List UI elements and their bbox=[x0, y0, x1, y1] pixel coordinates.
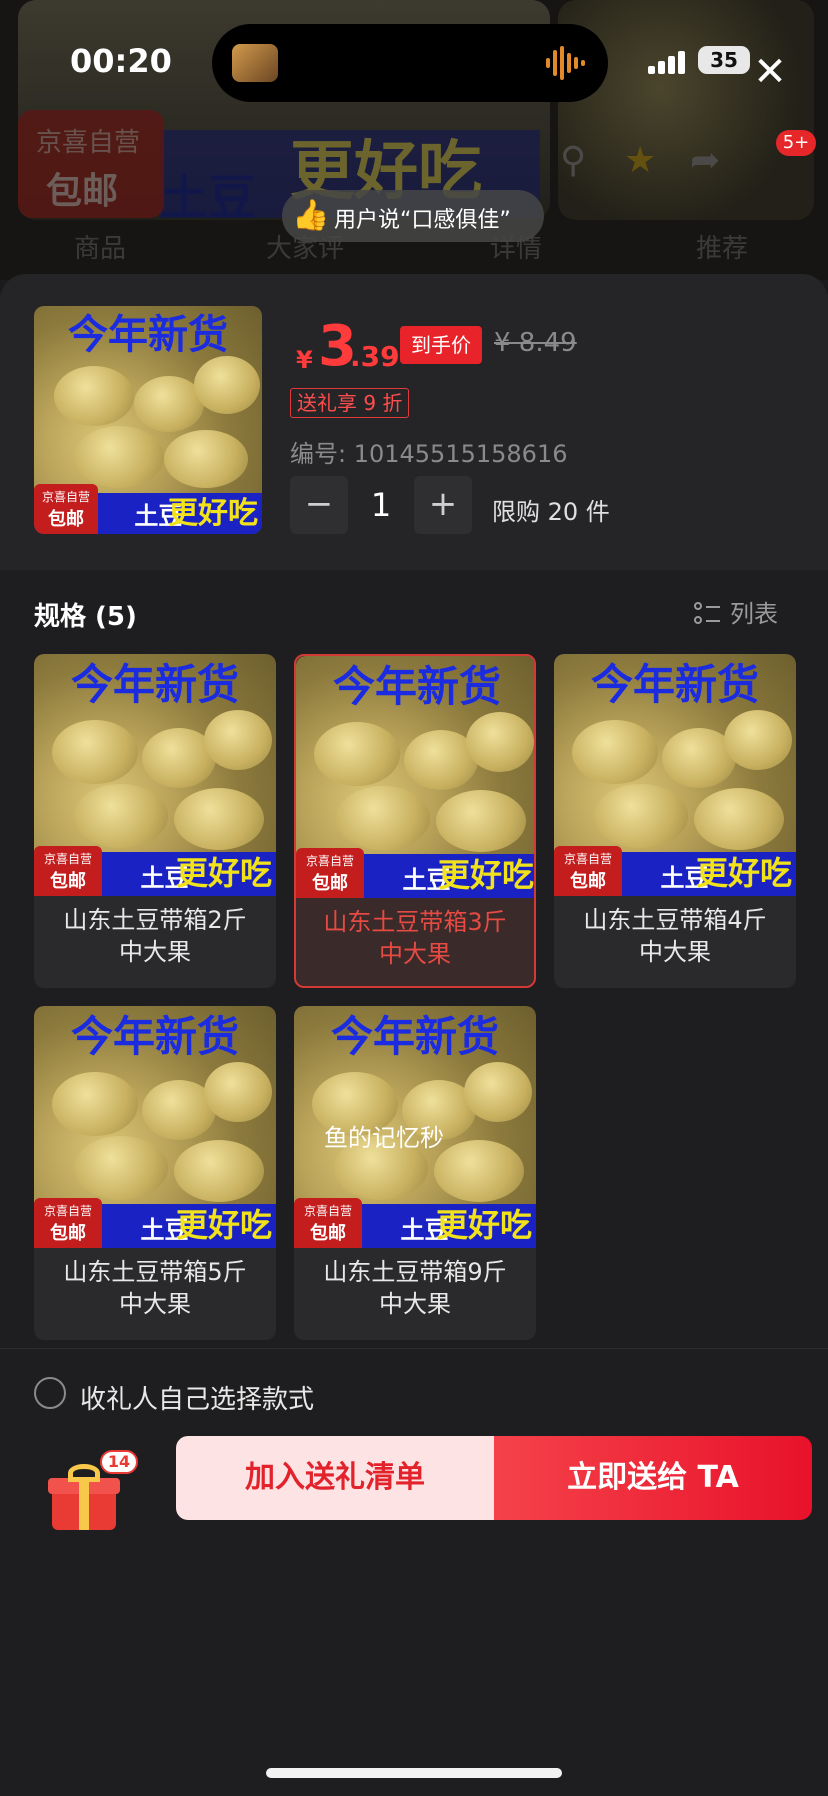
spec-image-badge-line2: 包邮 bbox=[310, 1223, 346, 1244]
spec-image-slogan: 更好吃 bbox=[437, 856, 534, 894]
receiver-choose-radio[interactable] bbox=[34, 1377, 66, 1409]
spec-option-name: 山东土豆带箱2斤 bbox=[63, 906, 247, 934]
spec-image-headline: 今年新货 bbox=[590, 660, 759, 709]
product-summary: 今年新货 土豆 更好吃 京喜自营 包邮 ¥ 3 .39 到手价 ¥ 8.49 送… bbox=[0, 274, 828, 570]
spec-image-badge-line2: 包邮 bbox=[312, 873, 348, 894]
spec-image-slogan: 更好吃 bbox=[175, 1206, 272, 1244]
cart-count-badge: 5+ bbox=[776, 130, 816, 156]
sku-selection-sheet: 今年新货 土豆 更好吃 京喜自营 包邮 ¥ 3 .39 到手价 ¥ 8.49 送… bbox=[0, 274, 828, 1796]
receiver-choose-label: 收礼人自己选择款式 bbox=[80, 1385, 315, 1415]
product-image-headline: 今年新货 bbox=[68, 312, 228, 358]
list-view-label: 列表 bbox=[730, 600, 778, 628]
close-icon[interactable]: ✕ bbox=[750, 52, 790, 92]
spec-image-headline: 今年新货 bbox=[70, 660, 239, 709]
dynamic-island[interactable] bbox=[212, 24, 608, 102]
product-image-badge-line1: 京喜自营 bbox=[41, 490, 90, 504]
spec-option-name: 山东土豆带箱3斤 bbox=[323, 908, 507, 936]
spec-option-card[interactable]: 今年新货 土豆 更好吃 京喜自营 包邮 山东土豆带箱5斤 中大果 bbox=[34, 1006, 276, 1340]
spec-image-badge-line1: 京喜自营 bbox=[303, 1204, 352, 1218]
spec-option-name: 山东土豆带箱4斤 bbox=[583, 906, 767, 934]
now-playing-thumbnail bbox=[232, 44, 278, 82]
spec-image-badge-line1: 京喜自营 bbox=[43, 1204, 92, 1218]
spec-option-size: 中大果 bbox=[379, 1290, 451, 1318]
spec-section-title: 规格 (5) bbox=[34, 602, 137, 632]
final-price-tag: 到手价 bbox=[400, 326, 482, 364]
spec-option-image: 今年新货 土豆 更好吃 京喜自营 包邮 bbox=[296, 656, 534, 898]
spec-option-image: 今年新货 土豆 更好吃 京喜自营 包邮 bbox=[34, 1006, 276, 1248]
product-image-slogan: 更好吃 bbox=[168, 496, 258, 531]
status-time: 00:20 bbox=[70, 42, 172, 80]
spec-image-headline: 今年新货 bbox=[330, 1012, 499, 1061]
spec-option-size: 中大果 bbox=[119, 938, 191, 966]
spec-option-card[interactable]: 今年新货 土豆 更好吃 京喜自营 包邮 山东土豆带箱2斤 中大果 bbox=[34, 654, 276, 988]
price-currency: ¥ bbox=[296, 346, 313, 374]
spec-option-card[interactable]: 今年新货 土豆 更好吃 京喜自营 包邮 山东土豆带箱3斤 中大果 bbox=[294, 654, 536, 988]
spec-image-badge-line2: 包邮 bbox=[50, 1223, 86, 1244]
spec-option-size: 中大果 bbox=[119, 1290, 191, 1318]
quantity-value[interactable]: 1 bbox=[366, 486, 396, 524]
spec-image-slogan: 更好吃 bbox=[175, 854, 272, 892]
list-icon bbox=[694, 602, 722, 628]
product-image-badge-line2: 包邮 bbox=[48, 509, 84, 530]
spec-option-name: 山东土豆带箱5斤 bbox=[63, 1258, 247, 1286]
send-gift-now-button[interactable]: 立即送给 TA bbox=[494, 1436, 812, 1520]
spec-option-label: 山东土豆带箱2斤 中大果 bbox=[34, 904, 276, 968]
spec-option-name: 山东土豆带箱9斤 bbox=[323, 1258, 507, 1286]
original-price: ¥ 8.49 bbox=[494, 328, 577, 358]
list-view-toggle[interactable]: 列表 bbox=[694, 594, 778, 629]
audio-wave-icon bbox=[546, 46, 592, 80]
spec-image-headline: 今年新货 bbox=[70, 1012, 239, 1061]
spec-option-card[interactable]: 今年新货 土豆 更好吃 京喜自营 包邮 山东土豆带箱9斤 中大果 bbox=[294, 1006, 536, 1340]
spec-option-label: 山东土豆带箱9斤 中大果 bbox=[294, 1256, 536, 1320]
spec-option-card[interactable]: 今年新货 土豆 更好吃 京喜自营 包邮 山东土豆带箱4斤 中大果 bbox=[554, 654, 796, 988]
gift-discount-badge: 送礼享 9 折 bbox=[290, 388, 410, 418]
receiver-choose-option[interactable]: 收礼人自己选择款式 bbox=[0, 1348, 828, 1438]
home-indicator[interactable] bbox=[266, 1768, 562, 1778]
toast-text: 用户说“口感俱佳” bbox=[334, 208, 511, 233]
spec-option-size: 中大果 bbox=[379, 940, 451, 968]
status-bar: 00:20 35 ✕ bbox=[0, 0, 828, 110]
quantity-increase-button[interactable]: + bbox=[414, 476, 472, 534]
sku-number: 编号: 10145515158616 bbox=[290, 440, 568, 468]
product-thumbnail[interactable]: 今年新货 土豆 更好吃 京喜自营 包邮 bbox=[34, 306, 262, 534]
spec-image-badge-line1: 京喜自营 bbox=[563, 852, 612, 866]
spec-image-badge-line1: 京喜自营 bbox=[43, 852, 92, 866]
quantity-decrease-button[interactable]: − bbox=[290, 476, 348, 534]
spec-image-badge-line1: 京喜自营 bbox=[305, 854, 354, 868]
spec-option-label: 山东土豆带箱5斤 中大果 bbox=[34, 1256, 276, 1320]
spec-option-label: 山东土豆带箱4斤 中大果 bbox=[554, 904, 796, 968]
spec-image-slogan: 更好吃 bbox=[695, 854, 792, 892]
spec-image-badge-line2: 包邮 bbox=[570, 871, 606, 892]
thumbs-up-icon: 👍 bbox=[292, 198, 330, 233]
spec-option-label: 山东土豆带箱3斤 中大果 bbox=[296, 906, 534, 970]
overlay-caption: 鱼的记忆秒 bbox=[324, 1124, 444, 1152]
signal-icon bbox=[648, 50, 688, 74]
review-toast: 👍 用户说“口感俱佳” bbox=[282, 190, 544, 242]
spec-option-size: 中大果 bbox=[639, 938, 711, 966]
spec-image-slogan: 更好吃 bbox=[435, 1206, 532, 1244]
spec-image-headline: 今年新货 bbox=[332, 662, 501, 711]
gift-count-badge: 14 bbox=[100, 1450, 138, 1474]
spec-image-badge-line2: 包邮 bbox=[50, 871, 86, 892]
battery-indicator: 35 bbox=[698, 46, 750, 74]
spec-option-image: 今年新货 土豆 更好吃 京喜自营 包邮 bbox=[554, 654, 796, 896]
spec-option-image: 今年新货 土豆 更好吃 京喜自营 包邮 bbox=[34, 654, 276, 896]
purchase-limit: 限购 20 件 bbox=[492, 498, 610, 526]
add-to-gift-list-button[interactable]: 加入送礼清单 bbox=[176, 1436, 494, 1520]
price-decimal: .39 bbox=[350, 340, 400, 373]
